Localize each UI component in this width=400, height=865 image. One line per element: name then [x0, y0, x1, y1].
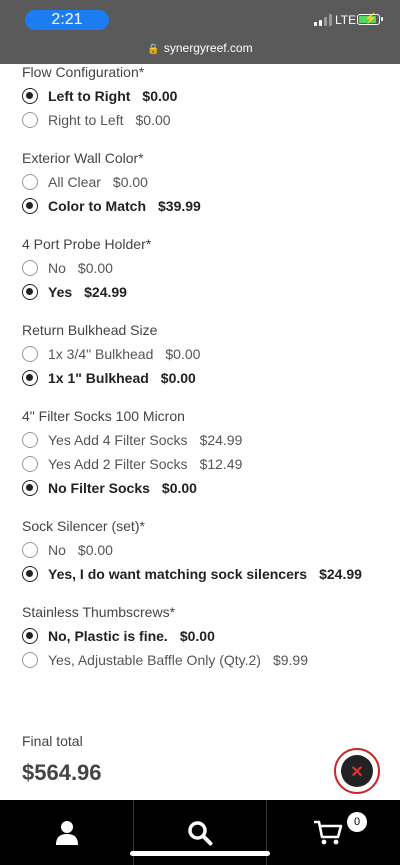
option-label: 1x 3/4" Bulkhead	[48, 346, 154, 362]
option-label: All Clear	[48, 174, 101, 190]
battery-icon: ⚡	[357, 13, 383, 25]
option-price: $12.49	[199, 456, 243, 472]
radio-button[interactable]	[22, 542, 38, 558]
option-group-flow-configuration: Flow Configuration* Left to Right $0.00 …	[22, 63, 378, 132]
option-price: $24.99	[319, 566, 362, 582]
search-icon	[188, 820, 213, 845]
radio-button[interactable]	[22, 346, 38, 362]
status-bar: 2:21 LTE ⚡ 🔒 synergyreef.com	[0, 0, 400, 64]
option-right-to-left[interactable]: Right to Left $0.00	[22, 108, 378, 132]
option-three-quarter-bulkhead[interactable]: 1x 3/4" Bulkhead $0.00	[22, 342, 378, 366]
option-price: $24.99	[84, 284, 127, 300]
signal-icon	[314, 14, 332, 26]
radio-button[interactable]	[22, 198, 38, 214]
group-label: Stainless Thumbscrews*	[22, 604, 176, 620]
option-price: $9.99	[272, 652, 309, 668]
option-add-4-filter-socks[interactable]: Yes Add 4 Filter Socks $24.99	[22, 428, 378, 452]
home-indicator[interactable]	[130, 851, 270, 856]
option-label: Yes, Adjustable Baffle Only (Qty.2)	[48, 652, 261, 668]
option-price: $0.00	[142, 88, 178, 104]
option-adjustable-baffle[interactable]: Yes, Adjustable Baffle Only (Qty.2) $9.9…	[22, 648, 378, 672]
option-price: $0.00	[112, 174, 148, 190]
radio-button[interactable]	[22, 480, 38, 496]
url-text: synergyreef.com	[163, 41, 253, 55]
option-label: No, Plastic is fine.	[48, 628, 168, 644]
radio-button[interactable]	[22, 260, 38, 276]
option-label: Right to Left	[48, 112, 124, 128]
cart-count-badge: 0	[347, 812, 367, 832]
radio-button[interactable]	[22, 628, 38, 644]
group-label: 4" Filter Socks 100 Micron	[22, 408, 185, 424]
option-label: Yes Add 2 Filter Socks	[48, 456, 188, 472]
account-tab[interactable]	[0, 800, 133, 865]
option-no-silencer[interactable]: No $0.00	[22, 538, 378, 562]
option-label: No	[48, 542, 66, 558]
option-price: $24.99	[199, 432, 243, 448]
final-total-value: $564.96	[22, 760, 102, 785]
radio-button[interactable]	[22, 284, 38, 300]
option-label: Yes, I do want matching sock silencers	[48, 566, 308, 582]
option-group-thumbscrews: Stainless Thumbscrews* No, Plastic is fi…	[22, 603, 378, 672]
option-group-return-bulkhead: Return Bulkhead Size 1x 3/4" Bulkhead $0…	[22, 321, 378, 390]
option-group-exterior-wall-color: Exterior Wall Color* All Clear $0.00 Col…	[22, 149, 378, 218]
radio-button[interactable]	[22, 112, 38, 128]
radio-button[interactable]	[22, 566, 38, 582]
clock: 2:21	[25, 10, 109, 30]
option-yes[interactable]: Yes $24.99	[22, 280, 378, 304]
cart-icon	[313, 820, 343, 844]
option-price: $0.00	[179, 628, 215, 644]
trust-badge-logo[interactable]: ✕	[334, 748, 380, 794]
option-label: No	[48, 260, 66, 276]
option-plastic-is-fine[interactable]: No, Plastic is fine. $0.00	[22, 624, 378, 648]
option-matching-sock-silencers[interactable]: Yes, I do want matching sock silencers $…	[22, 562, 378, 586]
option-price: $0.00	[77, 542, 113, 558]
option-label: No Filter Socks	[48, 480, 150, 496]
option-left-to-right[interactable]: Left to Right $0.00	[22, 84, 378, 108]
option-price: $0.00	[160, 370, 196, 386]
cart-tab[interactable]: 0	[266, 800, 399, 865]
radio-button[interactable]	[22, 174, 38, 190]
group-label: Return Bulkhead Size	[22, 322, 158, 338]
group-label: Sock Silencer (set)*	[22, 518, 145, 534]
address-bar[interactable]: 🔒 synergyreef.com	[0, 41, 400, 55]
user-icon	[55, 820, 78, 845]
option-price: $39.99	[158, 198, 201, 214]
option-group-sock-silencer: Sock Silencer (set)* No $0.00 Yes, I do …	[22, 517, 378, 586]
option-one-inch-bulkhead[interactable]: 1x 1" Bulkhead $0.00	[22, 366, 378, 390]
option-price: $0.00	[135, 112, 171, 128]
group-label: Exterior Wall Color*	[22, 150, 144, 166]
option-group-filter-socks: 4" Filter Socks 100 Micron Yes Add 4 Fil…	[22, 407, 378, 500]
group-label: 4 Port Probe Holder*	[22, 236, 152, 252]
option-add-2-filter-socks[interactable]: Yes Add 2 Filter Socks $12.49	[22, 452, 378, 476]
option-label: Color to Match	[48, 198, 146, 214]
option-price: $0.00	[77, 260, 113, 276]
group-label: Flow Configuration*	[22, 64, 145, 80]
option-color-to-match[interactable]: Color to Match $39.99	[22, 194, 378, 218]
network-label: LTE	[335, 13, 357, 27]
option-label: 1x 1" Bulkhead	[48, 370, 149, 386]
radio-button[interactable]	[22, 652, 38, 668]
lock-icon: 🔒	[147, 44, 160, 55]
option-label: Yes	[48, 284, 73, 300]
radio-button[interactable]	[22, 88, 38, 104]
option-label: Yes Add 4 Filter Socks	[48, 432, 188, 448]
option-no[interactable]: No $0.00	[22, 256, 378, 280]
final-total-label: Final total	[22, 733, 83, 749]
option-group-probe-holder: 4 Port Probe Holder* No $0.00 Yes $24.99	[22, 235, 378, 304]
radio-button[interactable]	[22, 432, 38, 448]
radio-button[interactable]	[22, 370, 38, 386]
option-label: Left to Right	[48, 88, 131, 104]
radio-button[interactable]	[22, 456, 38, 472]
option-no-filter-socks[interactable]: No Filter Socks $0.00	[22, 476, 378, 500]
option-price: $0.00	[161, 480, 197, 496]
product-options: Flow Configuration* Left to Right $0.00 …	[22, 63, 378, 672]
option-price: $0.00	[165, 346, 201, 362]
option-all-clear[interactable]: All Clear $0.00	[22, 170, 378, 194]
